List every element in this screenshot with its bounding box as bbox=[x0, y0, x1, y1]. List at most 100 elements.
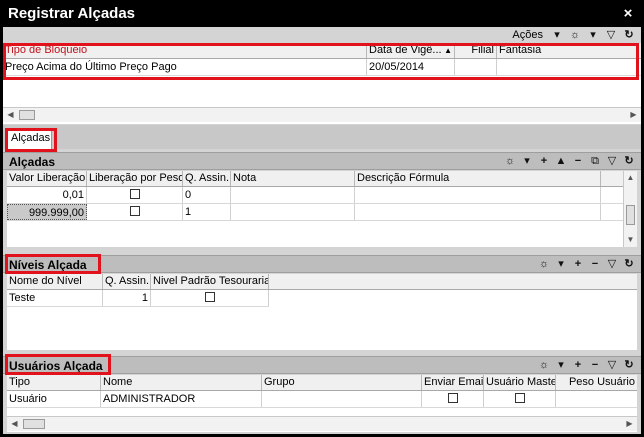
col-fantasia[interactable]: Fantasia bbox=[497, 43, 641, 58]
usuarios-header: Usuários Alçada ☼ ▾ + − ▽ ↻ bbox=[3, 356, 641, 374]
cell-nivel-padrao bbox=[151, 290, 269, 306]
table-row[interactable]: 0,01 0 bbox=[7, 187, 637, 204]
col-nivel-padrao-tesouraria[interactable]: Nivel Padrão Tesouraria bbox=[151, 274, 269, 289]
refresh-icon[interactable]: ↻ bbox=[623, 155, 635, 167]
filter-icon[interactable]: ▽ bbox=[606, 155, 618, 167]
table-row[interactable]: Teste 1 bbox=[7, 290, 269, 307]
col-nome-nivel[interactable]: Nome do Nível bbox=[7, 274, 103, 289]
dropdown-arrow-icon[interactable]: ▾ bbox=[587, 29, 599, 41]
cell-assin: 0 bbox=[183, 187, 231, 203]
export-icon[interactable]: ⧉ bbox=[589, 155, 601, 167]
usuarios-hscrollbar[interactable]: ◀ ▶ bbox=[7, 416, 637, 431]
col-valor-liberacao[interactable]: Valor Liberação bbox=[7, 171, 87, 186]
col-tipo-bloqueio[interactable]: Tipo de Bloqueio bbox=[3, 43, 367, 58]
cell-enviar-email bbox=[422, 391, 484, 407]
col-filial[interactable]: Filial bbox=[455, 43, 497, 58]
top-toolbar: Ações ▾ ☼ ▾ ▽ ↻ bbox=[3, 27, 641, 43]
col-liberacao-peso[interactable]: Liberação por Peso bbox=[87, 171, 183, 186]
alcadas-grid: Valor Liberação Liberação por Peso Q. As… bbox=[7, 171, 637, 247]
window: Registrar Alçadas × Ações ▾ ☼ ▾ ▽ ↻ Tipo… bbox=[0, 0, 644, 437]
window-client: Ações ▾ ☼ ▾ ▽ ↻ Tipo de Bloqueio Data de… bbox=[3, 27, 641, 434]
move-up-icon[interactable]: ▲ bbox=[555, 155, 567, 167]
col-nome[interactable]: Nome bbox=[101, 375, 262, 390]
scroll-thumb[interactable] bbox=[23, 419, 45, 429]
refresh-icon[interactable]: ↻ bbox=[623, 359, 635, 371]
scroll-right-icon[interactable]: ▶ bbox=[622, 417, 637, 431]
remove-icon[interactable]: − bbox=[589, 359, 601, 371]
visibility-icon[interactable]: ☼ bbox=[504, 155, 516, 167]
cell-descricao bbox=[355, 204, 601, 220]
cell-valor: 999.999,00 bbox=[7, 204, 87, 220]
scroll-right-icon[interactable]: ▶ bbox=[626, 108, 641, 122]
dropdown-arrow-icon[interactable]: ▾ bbox=[521, 155, 533, 167]
scroll-left-icon[interactable]: ◀ bbox=[3, 108, 18, 122]
refresh-icon[interactable]: ↻ bbox=[623, 258, 635, 270]
refresh-icon[interactable]: ↻ bbox=[623, 29, 635, 41]
remove-icon[interactable]: − bbox=[572, 155, 584, 167]
scroll-left-icon[interactable]: ◀ bbox=[7, 417, 22, 431]
nivel-padrao-checkbox[interactable] bbox=[204, 292, 215, 303]
liberacao-peso-checkbox[interactable] bbox=[129, 206, 140, 217]
add-icon[interactable]: + bbox=[572, 359, 584, 371]
table-row[interactable]: 999.999,00 1 bbox=[7, 204, 637, 221]
col-grupo[interactable]: Grupo bbox=[262, 375, 422, 390]
col-enviar-email[interactable]: Enviar Email bbox=[422, 375, 484, 390]
tab-alcadas[interactable]: Alçadas bbox=[6, 128, 52, 149]
add-icon[interactable]: + bbox=[538, 155, 550, 167]
remove-icon[interactable]: − bbox=[589, 258, 601, 270]
bloqueio-grid: Tipo de Bloqueio Data de Vigê... ▲ Filial… bbox=[3, 43, 641, 124]
close-icon[interactable]: × bbox=[620, 0, 636, 27]
window-title: Registrar Alçadas bbox=[8, 5, 136, 22]
filter-icon[interactable]: ▽ bbox=[605, 29, 617, 41]
liberacao-peso-checkbox[interactable] bbox=[129, 189, 140, 200]
bloqueio-hscrollbar[interactable]: ◀ ▶ bbox=[3, 107, 641, 122]
niveis-grid: Nome do Nível Q. Assin. Nivel Padrão Tes… bbox=[7, 274, 637, 350]
alcadas-grid-header: Valor Liberação Liberação por Peso Q. As… bbox=[7, 171, 637, 187]
filter-icon[interactable]: ▽ bbox=[606, 258, 618, 270]
scroll-up-icon[interactable]: ▲ bbox=[624, 171, 637, 185]
usuario-master-checkbox[interactable] bbox=[514, 393, 525, 404]
visibility-icon[interactable]: ☼ bbox=[538, 359, 550, 371]
alcadas-vscrollbar[interactable]: ▲ ▼ bbox=[623, 171, 637, 247]
col-tipo[interactable]: Tipo bbox=[7, 375, 101, 390]
col-q-assin[interactable]: Q. Assin. bbox=[183, 171, 231, 186]
cell-data: 20/05/2014 bbox=[367, 59, 455, 75]
cell-nota bbox=[231, 187, 355, 203]
alcadas-tools: ☼ ▾ + ▲ − ⧉ ▽ ↻ bbox=[504, 155, 635, 167]
niveis-title: Níveis Alçada bbox=[9, 258, 87, 272]
col-nota[interactable]: Nota bbox=[231, 171, 355, 186]
cell-usuario-master bbox=[484, 391, 556, 407]
table-row[interactable]: Preço Acima do Último Preço Pago 20/05/2… bbox=[3, 59, 641, 76]
acoes-menu[interactable]: Ações bbox=[512, 29, 543, 41]
scroll-thumb[interactable] bbox=[19, 110, 35, 120]
col-descricao-formula[interactable]: Descrição Fórmula bbox=[355, 171, 601, 186]
col-peso-usuario[interactable]: Peso Usuário bbox=[556, 375, 637, 390]
visibility-icon[interactable]: ☼ bbox=[569, 29, 581, 41]
bloqueio-header: Tipo de Bloqueio Data de Vigê... ▲ Filial… bbox=[3, 43, 641, 59]
enviar-email-checkbox[interactable] bbox=[447, 393, 458, 404]
scroll-thumb[interactable] bbox=[626, 205, 635, 225]
col-q-assin[interactable]: Q. Assin. bbox=[103, 274, 151, 289]
alcadas-header: Alçadas ☼ ▾ + ▲ − ⧉ ▽ ↻ bbox=[3, 152, 641, 170]
dropdown-arrow-icon[interactable]: ▾ bbox=[551, 29, 563, 41]
table-row[interactable]: Usuário ADMINISTRADOR bbox=[7, 391, 637, 408]
visibility-icon[interactable]: ☼ bbox=[538, 258, 550, 270]
dropdown-arrow-icon[interactable]: ▾ bbox=[555, 359, 567, 371]
dropdown-arrow-icon[interactable]: ▾ bbox=[555, 258, 567, 270]
usuarios-title: Usuários Alçada bbox=[9, 359, 103, 373]
scroll-down-icon[interactable]: ▼ bbox=[624, 233, 637, 247]
cell-descricao bbox=[355, 187, 601, 203]
tab-bar: Alçadas bbox=[3, 125, 641, 149]
cell-liberacao-peso bbox=[87, 187, 183, 203]
add-icon[interactable]: + bbox=[572, 258, 584, 270]
sort-up-icon: ▲ bbox=[444, 46, 452, 55]
cell-peso bbox=[556, 391, 637, 407]
filter-icon[interactable]: ▽ bbox=[606, 359, 618, 371]
cell-liberacao-peso bbox=[87, 204, 183, 220]
cell-grupo bbox=[262, 391, 422, 407]
col-data-vigencia[interactable]: Data de Vigê... ▲ bbox=[367, 43, 455, 58]
col-usuario-master[interactable]: Usuário Master bbox=[484, 375, 556, 390]
col-data-vigencia-label: Data de Vigê... bbox=[369, 44, 442, 56]
cell-filial bbox=[455, 59, 497, 75]
alcadas-title: Alçadas bbox=[9, 155, 56, 169]
